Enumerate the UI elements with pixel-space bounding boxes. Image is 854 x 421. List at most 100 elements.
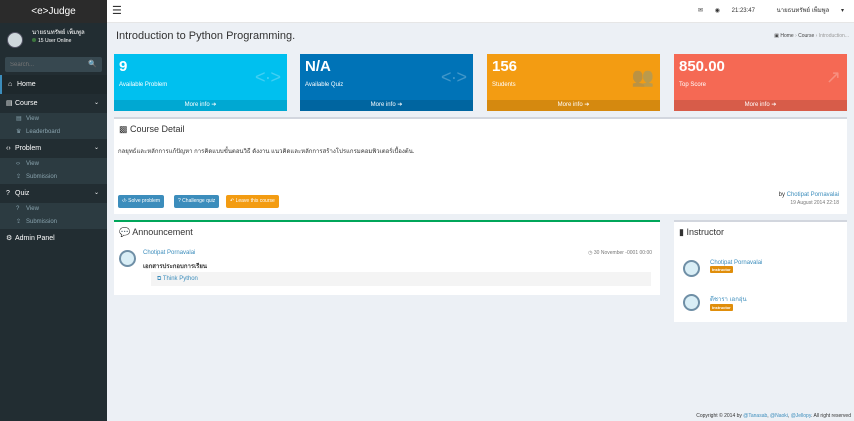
course-detail-panel: ▩ Course Detail กลยุทธ์และหลักการแก้ปัญห… bbox=[114, 117, 847, 214]
announcement-panel: 💬 Announcement Chotipat Pornavalai ◷ 30 … bbox=[114, 220, 660, 295]
challenge-quiz-button[interactable]: ? Challenge quiz bbox=[174, 195, 220, 208]
avatar bbox=[7, 32, 23, 48]
sidebar-item-problem-submission[interactable]: ⇪ Submission bbox=[0, 171, 107, 184]
clock-text: 21:23:47 bbox=[731, 8, 755, 14]
sidebar-item-label: Leaderboard bbox=[26, 129, 61, 135]
stat-value: N/A bbox=[305, 58, 331, 75]
app-logo[interactable]: <e>Judge bbox=[0, 0, 107, 23]
more-info-label: More info bbox=[184, 102, 210, 108]
trophy-icon: ♛ bbox=[16, 129, 22, 135]
stat-value: 850.00 bbox=[679, 58, 725, 75]
sidebar-item-label: Admin Panel bbox=[15, 235, 55, 242]
footer: Copyright © 2014 by @Tanasab, @Naoki, @J… bbox=[696, 413, 851, 419]
stat-box-students: 156 Students 👥 More info ➔ bbox=[487, 54, 660, 111]
upload-icon: ⇪ bbox=[16, 219, 22, 225]
announcement-time: ◷ 30 November -0001 00:00 bbox=[588, 250, 652, 256]
panel-title-text: Course Detail bbox=[130, 124, 185, 134]
announcement-time-text: 30 November -0001 00:00 bbox=[593, 250, 652, 256]
panel-title: ▮ Instructor bbox=[679, 227, 724, 238]
sidebar-item-label: View bbox=[26, 206, 39, 212]
comments-icon: 💬 bbox=[119, 227, 131, 237]
sidebar-item-course[interactable]: ▤ Course ⌄ bbox=[0, 94, 107, 113]
panel-title: ▩ Course Detail bbox=[119, 124, 185, 135]
sidebar-item-label: View bbox=[26, 116, 39, 122]
footer-suffix: . All right reserved bbox=[810, 413, 851, 419]
footer-author-link[interactable]: @Tanasab bbox=[743, 413, 767, 419]
sidebar-item-problem-view[interactable]: ‹› View bbox=[0, 158, 107, 171]
breadcrumb-course[interactable]: Course bbox=[798, 33, 814, 39]
footer-author-link[interactable]: @Naoki bbox=[770, 413, 788, 419]
navbar-right: ✉ ◉ 21:23:47 นายธนทรัพย์ เพ็มพูล ▾ bbox=[688, 0, 844, 23]
more-info-link[interactable]: More info ➔ bbox=[487, 100, 660, 111]
panel-title: 💬 Announcement bbox=[119, 227, 193, 238]
sidebar-item-label: View bbox=[26, 161, 39, 167]
link-label: Think Python bbox=[162, 276, 198, 282]
more-info-link[interactable]: More info ➔ bbox=[300, 100, 473, 111]
user-menu-label: นายธนทรัพย์ เพ็มพูล bbox=[776, 8, 830, 14]
footer-author-link[interactable]: @Jellopy bbox=[791, 413, 811, 419]
leave-course-button[interactable]: ↶ Leave this course bbox=[226, 195, 279, 208]
code-icon: <∙> bbox=[254, 67, 281, 87]
dashboard-icon: ▣ bbox=[774, 33, 779, 39]
arrow-circle-right-icon: ➔ bbox=[211, 102, 217, 108]
breadcrumb: ▣ Home › Course › Introduction... bbox=[774, 33, 849, 39]
chevron-down-icon: ⌄ bbox=[93, 145, 99, 151]
panel-title-text: Announcement bbox=[132, 227, 193, 237]
instructor-item: Chotipat Pornavalai Instructor bbox=[710, 260, 762, 273]
main-content: Introduction to Python Programming. ▣ Ho… bbox=[107, 23, 854, 421]
code-icon: ‹› bbox=[16, 161, 20, 167]
instructor-name[interactable]: ดีชารา เอกอุ่น bbox=[710, 294, 747, 304]
menu-toggle-icon[interactable]: ☰ bbox=[112, 4, 122, 17]
announcement-link[interactable]: ⧉ Think Python bbox=[151, 272, 651, 286]
more-info-label: More info bbox=[370, 102, 396, 108]
external-link-icon: ⧉ bbox=[157, 276, 162, 282]
sidebar-item-home[interactable]: ⌂ Home bbox=[0, 75, 107, 94]
home-icon: ⌂ bbox=[8, 81, 13, 88]
list-icon: ▤ bbox=[16, 116, 22, 122]
role-badge: Instructor bbox=[710, 266, 733, 273]
user-panel: นายธนทรัพย์ เพ็มพูล 15 User Online bbox=[0, 23, 107, 54]
globe-icon[interactable]: ◉ bbox=[715, 8, 720, 14]
code-icon: ‹/› bbox=[122, 198, 127, 204]
byline-prefix: by bbox=[778, 192, 785, 198]
more-info-link[interactable]: More info ➔ bbox=[114, 100, 287, 111]
announcement-author[interactable]: Chotipat Pornavalai bbox=[143, 250, 195, 256]
top-navbar: ☰ ✉ ◉ 21:23:47 นายธนทรัพย์ เพ็มพูล ▾ bbox=[107, 0, 854, 23]
sidebar-item-course-view[interactable]: ▤ View bbox=[0, 113, 107, 126]
avatar bbox=[683, 260, 700, 277]
stat-value: 9 bbox=[119, 58, 128, 75]
arrow-circle-right-icon: ➔ bbox=[771, 102, 777, 108]
stat-box-quiz: N/A Available Quiz <∙> More info ➔ bbox=[300, 54, 473, 111]
sidebar-item-label: Course bbox=[15, 100, 38, 107]
breadcrumb-home[interactable]: Home bbox=[780, 33, 793, 39]
sidebar-item-quiz-submission[interactable]: ⇪ Submission bbox=[0, 216, 107, 229]
breadcrumb-separator: › bbox=[815, 33, 818, 39]
search-icon[interactable]: 🔍 bbox=[88, 60, 97, 68]
user-menu[interactable]: นายธนทรัพย์ เพ็มพูล ▾ bbox=[767, 8, 844, 14]
stat-box-top-score: 850.00 Top Score ↗ More info ➔ bbox=[674, 54, 847, 111]
course-date: 19 August 2014 22:18 bbox=[790, 200, 839, 206]
users-icon: 👥 bbox=[631, 67, 654, 87]
sidebar-item-quiz[interactable]: ? Quiz ⌄ bbox=[0, 184, 107, 203]
trend-up-icon: ↗ bbox=[825, 67, 841, 87]
online-status-text: 15 User Online bbox=[38, 38, 72, 44]
sidebar-item-label: Problem bbox=[15, 145, 42, 152]
avatar bbox=[119, 250, 136, 267]
question-icon: ? bbox=[6, 190, 10, 197]
arrow-circle-right-icon: ➔ bbox=[584, 102, 590, 108]
sidebar-search: 🔍 bbox=[5, 57, 102, 72]
bookmark-icon: ▮ bbox=[679, 227, 684, 237]
page-title: Introduction to Python Programming. bbox=[116, 30, 296, 42]
sidebar-item-admin[interactable]: ⚙ Admin Panel bbox=[0, 229, 107, 248]
solve-problem-button[interactable]: ‹/› Solve problem bbox=[118, 195, 165, 208]
sidebar-item-label: Submission bbox=[26, 174, 58, 180]
more-info-link[interactable]: More info ➔ bbox=[674, 100, 847, 111]
button-label: Solve problem bbox=[128, 198, 161, 204]
mail-icon[interactable]: ✉ bbox=[698, 8, 703, 14]
sidebar-menu: ⌂ Home ▤ Course ⌄ ▤ View ♛ Leaderboard ‹› Prob… bbox=[0, 75, 107, 248]
sidebar-item-leaderboard[interactable]: ♛ Leaderboard bbox=[0, 126, 107, 139]
sidebar-item-quiz-view[interactable]: ? View bbox=[0, 203, 107, 216]
sidebar-item-problem[interactable]: ‹› Problem ⌄ bbox=[0, 139, 107, 158]
author-link[interactable]: Chotipat Pornavalai bbox=[787, 192, 839, 198]
breadcrumb-separator: › bbox=[795, 33, 797, 39]
